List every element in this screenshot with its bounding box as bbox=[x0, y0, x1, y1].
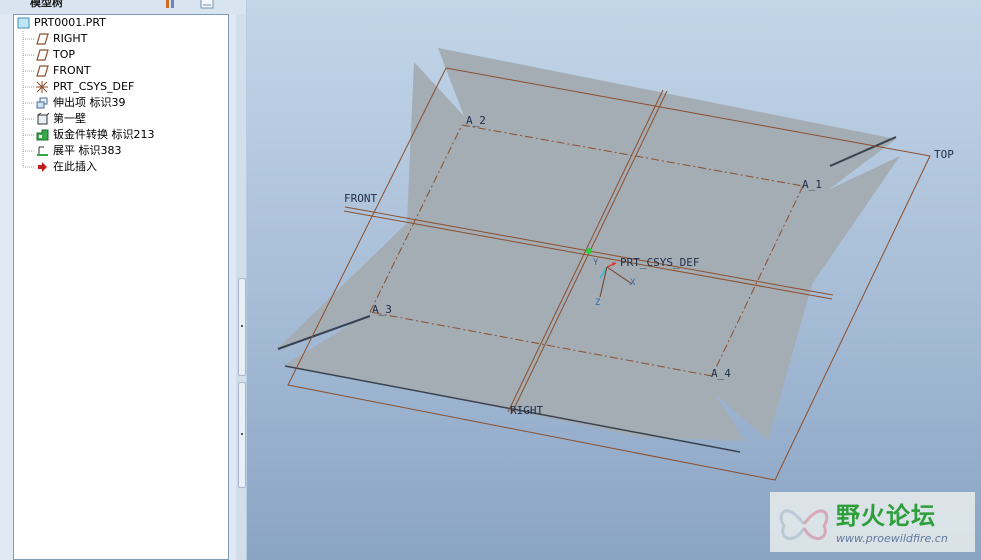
model-tree-title: 模型树 bbox=[30, 0, 63, 9]
graphics-viewport[interactable]: TOP FRONT RIGHT PRT_CSYS_DEF A_1 A_2 A_3… bbox=[247, 0, 981, 560]
sheetmetal-conversion-icon bbox=[36, 129, 49, 141]
tree-item-label: TOP bbox=[53, 48, 76, 61]
tree-item-label: 钣金件转换 标识213 bbox=[53, 128, 155, 141]
csys-x-label: X bbox=[630, 278, 636, 288]
forum-watermark: 野火论坛 www.proewildfire.cn bbox=[770, 492, 975, 552]
axis-a4-label[interactable]: A_4 bbox=[711, 367, 731, 380]
grip-dot bbox=[241, 433, 243, 435]
top-datum-label[interactable]: TOP bbox=[934, 148, 954, 161]
first-wall-icon bbox=[36, 112, 50, 125]
tree-item-label: 伸出项 标识39 bbox=[53, 96, 126, 109]
model-scene: TOP FRONT RIGHT PRT_CSYS_DEF A_1 A_2 A_3… bbox=[277, 48, 954, 481]
model-tree-panel: 模型树 PRT0001.PRT RIGHT TOP FRONT PRT_CSYS… bbox=[0, 0, 246, 560]
tree-settings-icon[interactable] bbox=[163, 0, 177, 10]
tree-item-label: 在此插入 bbox=[53, 160, 97, 173]
csys-z-label: Z bbox=[595, 298, 601, 308]
butterfly-logo-icon bbox=[779, 509, 829, 540]
splitter-grip-lower[interactable] bbox=[238, 382, 246, 488]
show-menu-icon[interactable] bbox=[200, 0, 214, 10]
flatten-icon bbox=[36, 145, 49, 157]
csys-y-label: Y bbox=[593, 258, 599, 268]
right-datum-label[interactable]: RIGHT bbox=[510, 404, 543, 417]
axis-a1-label[interactable]: A_1 bbox=[802, 178, 822, 191]
axis-a3-label[interactable]: A_3 bbox=[372, 303, 392, 316]
watermark-url: www.proewildfire.cn bbox=[836, 532, 948, 545]
datum-plane-icon bbox=[36, 33, 49, 45]
tree-item-label: 展平 标识383 bbox=[53, 144, 122, 157]
tree-item-label: RIGHT bbox=[53, 32, 88, 45]
csys-icon bbox=[36, 81, 49, 93]
insert-here-arrow-icon bbox=[36, 161, 49, 173]
tree-item-label: PRT_CSYS_DEF bbox=[53, 80, 135, 93]
model-tree[interactable]: PRT0001.PRT RIGHT TOP FRONT PRT_CSYS_DEF bbox=[13, 14, 229, 560]
model-tree-header: 模型树 bbox=[0, 0, 246, 14]
front-datum-label[interactable]: FRONT bbox=[344, 192, 377, 205]
grip-dot bbox=[241, 325, 243, 327]
datum-plane-icon bbox=[36, 65, 49, 77]
splitter-grip-upper[interactable] bbox=[238, 278, 246, 376]
tree-item-label: 第一壁 bbox=[53, 112, 86, 125]
watermark-title: 野火论坛 bbox=[836, 502, 936, 530]
axis-a2-label[interactable]: A_2 bbox=[466, 114, 486, 127]
datum-plane-icon bbox=[36, 49, 49, 61]
csys-label[interactable]: PRT_CSYS_DEF bbox=[620, 256, 699, 269]
protrusion-icon bbox=[36, 97, 49, 109]
part-icon bbox=[17, 17, 30, 29]
tree-item-label: FRONT bbox=[53, 64, 91, 77]
panel-splitter[interactable] bbox=[236, 14, 246, 560]
tree-item-label: PRT0001.PRT bbox=[34, 16, 106, 29]
